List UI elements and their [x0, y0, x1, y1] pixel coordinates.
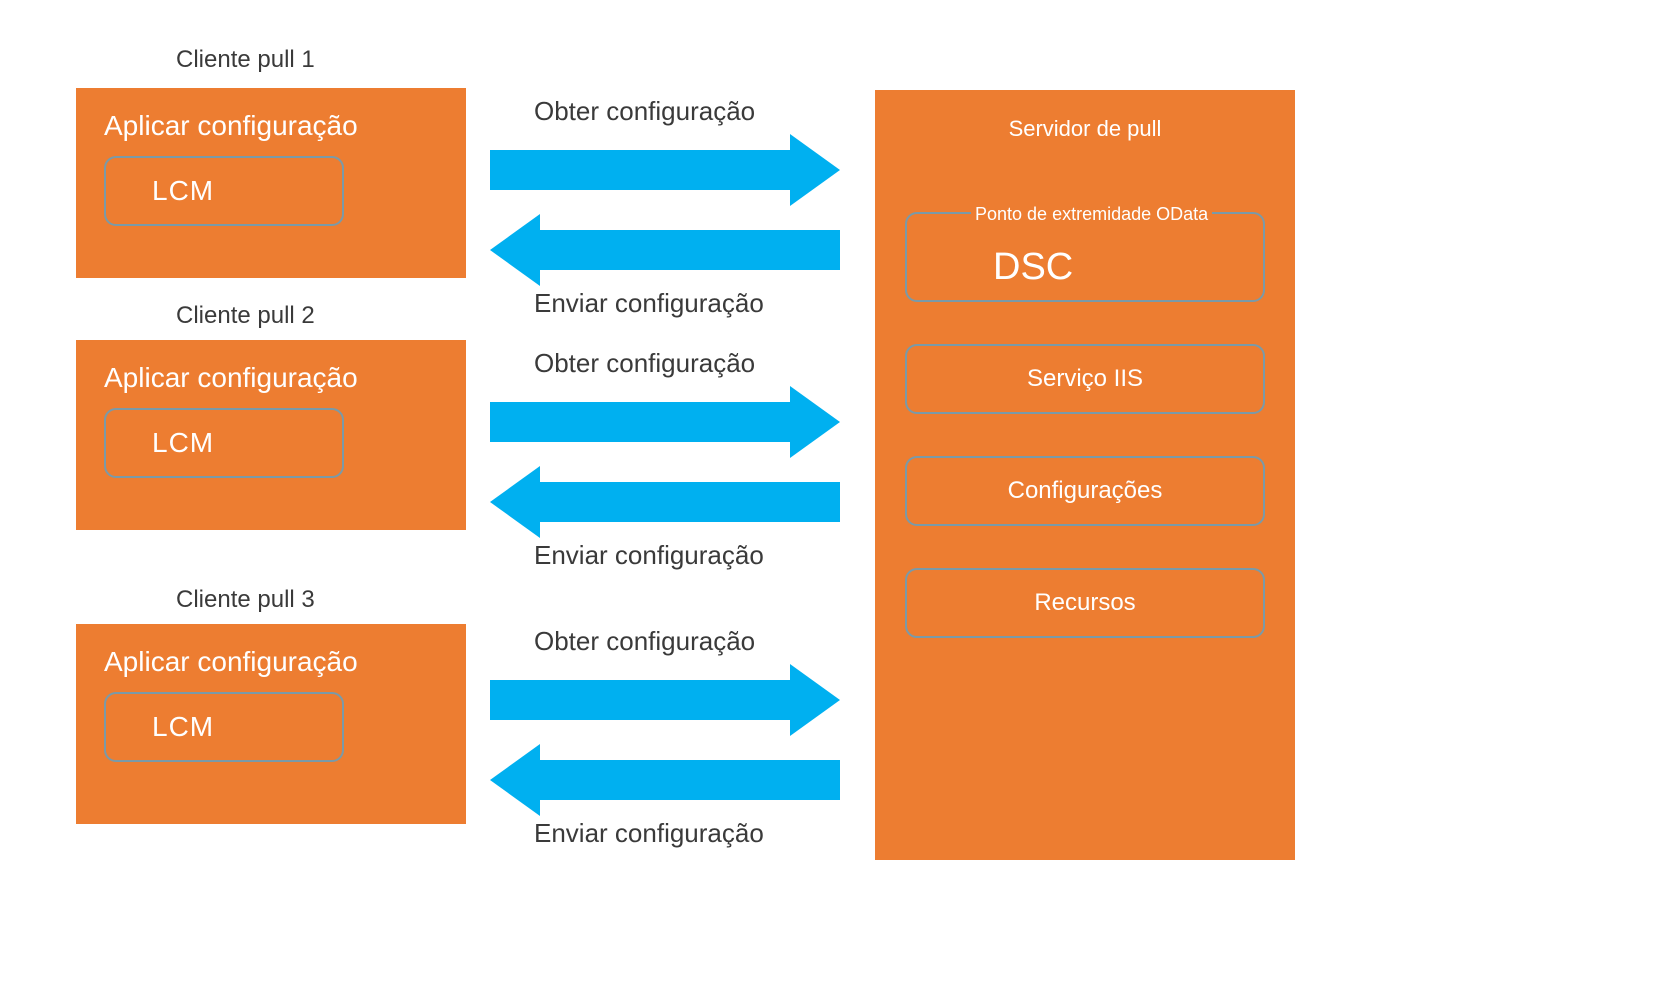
- client-label-1: Cliente pull 1: [176, 46, 315, 74]
- lcm-text-1: LCM: [152, 175, 214, 207]
- lcm-text-3: LCM: [152, 711, 214, 743]
- lcm-box-3: LCM: [104, 692, 344, 762]
- arrow-bottom-label-1: Enviar configuração: [534, 288, 764, 319]
- server-item-config: Configurações: [905, 456, 1265, 526]
- client-box-3: Aplicar configuração LCM: [76, 624, 466, 824]
- arrow-group-2: Obter configuração Enviar configuração: [480, 340, 850, 540]
- server-item-iis: Serviço IIS: [905, 344, 1265, 414]
- arrow-bottom-label-2: Enviar configuração: [534, 540, 764, 571]
- lcm-text-2: LCM: [152, 427, 214, 459]
- arrow-left-icon: [490, 214, 840, 286]
- arrow-group-3: Obter configuração Enviar configuração: [480, 618, 850, 818]
- arrow-left-icon: [490, 466, 840, 538]
- lcm-box-1: LCM: [104, 156, 344, 226]
- arrow-right-icon: [490, 134, 840, 206]
- server-title: Servidor de pull: [905, 116, 1265, 142]
- arrow-right-icon: [490, 386, 840, 458]
- client-box-title-3: Aplicar configuração: [104, 646, 438, 678]
- server-item-iis-text: Serviço IIS: [1027, 365, 1143, 393]
- arrow-top-label-2: Obter configuração: [534, 348, 755, 379]
- server-item-config-text: Configurações: [1008, 477, 1163, 505]
- arrow-right-icon: [490, 664, 840, 736]
- odata-endpoint-box: Ponto de extremidade OData DSC: [905, 212, 1265, 302]
- arrow-bottom-label-3: Enviar configuração: [534, 818, 764, 849]
- arrow-top-label-1: Obter configuração: [534, 96, 755, 127]
- server-item-resources: Recursos: [905, 568, 1265, 638]
- client-label-3: Cliente pull 3: [176, 586, 315, 614]
- arrow-left-icon: [490, 744, 840, 816]
- client-box-2: Aplicar configuração LCM: [76, 340, 466, 530]
- lcm-box-2: LCM: [104, 408, 344, 478]
- client-label-2: Cliente pull 2: [176, 302, 315, 330]
- client-box-1: Aplicar configuração LCM: [76, 88, 466, 278]
- server-item-resources-text: Recursos: [1034, 589, 1135, 617]
- client-box-title-2: Aplicar configuração: [104, 362, 438, 394]
- client-box-title-1: Aplicar configuração: [104, 110, 438, 142]
- odata-endpoint-title: DSC: [993, 246, 1073, 289]
- odata-endpoint-label: Ponto de extremidade OData: [971, 204, 1212, 225]
- arrow-group-1: Obter configuração Enviar configuração: [480, 88, 850, 288]
- server-box: Servidor de pull Ponto de extremidade OD…: [875, 90, 1295, 860]
- arrow-top-label-3: Obter configuração: [534, 626, 755, 657]
